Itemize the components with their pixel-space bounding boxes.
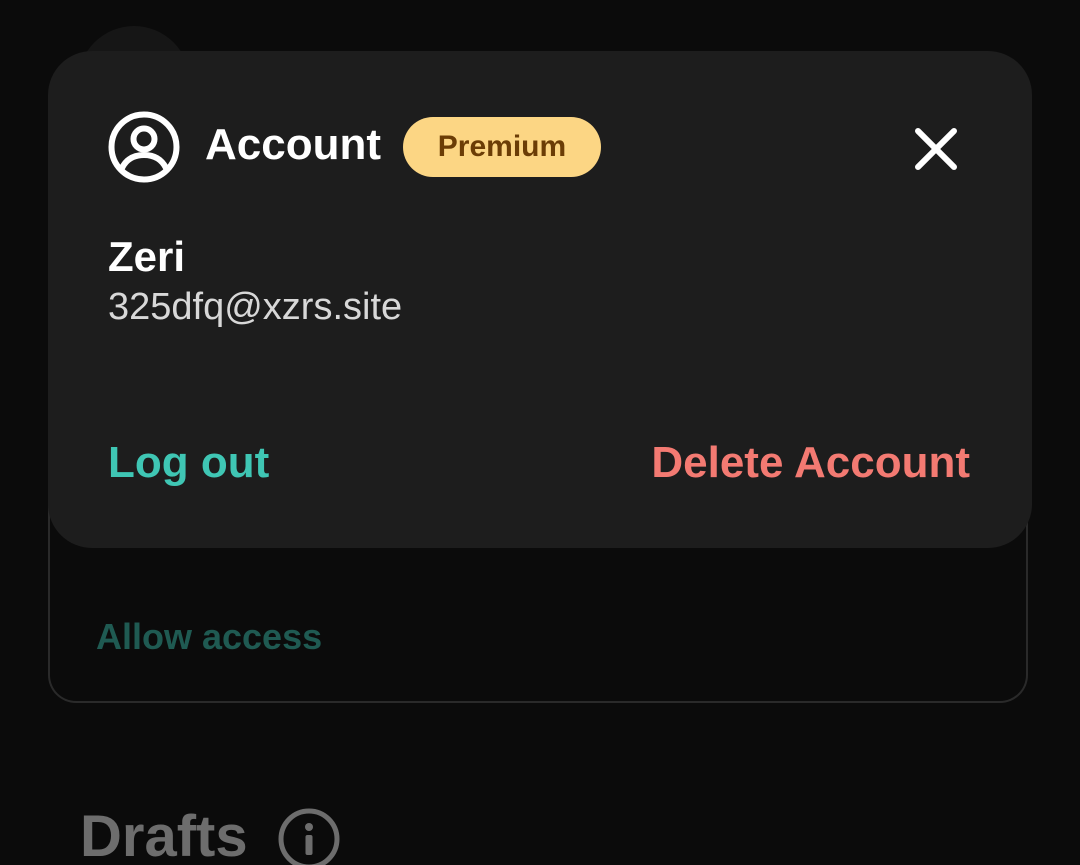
user-email: 325dfq@xzrs.site [108, 286, 403, 328]
logout-button[interactable]: Log out [108, 438, 269, 487]
info-icon[interactable] [278, 808, 340, 865]
delete-account-button[interactable]: Delete Account [651, 438, 970, 487]
account-circle-icon [108, 111, 180, 183]
allow-access-button[interactable]: Allow access [96, 616, 322, 658]
popup-title: Account [205, 120, 381, 169]
account-popup: Account Premium Zeri 325dfq@xzrs.site Lo… [48, 51, 1032, 548]
premium-badge: Premium [403, 117, 601, 177]
drafts-heading: Drafts [80, 804, 248, 865]
screen: Allow access Drafts Account Premium Zeri… [0, 0, 1080, 865]
user-name: Zeri [108, 233, 186, 280]
close-icon[interactable] [908, 121, 964, 177]
